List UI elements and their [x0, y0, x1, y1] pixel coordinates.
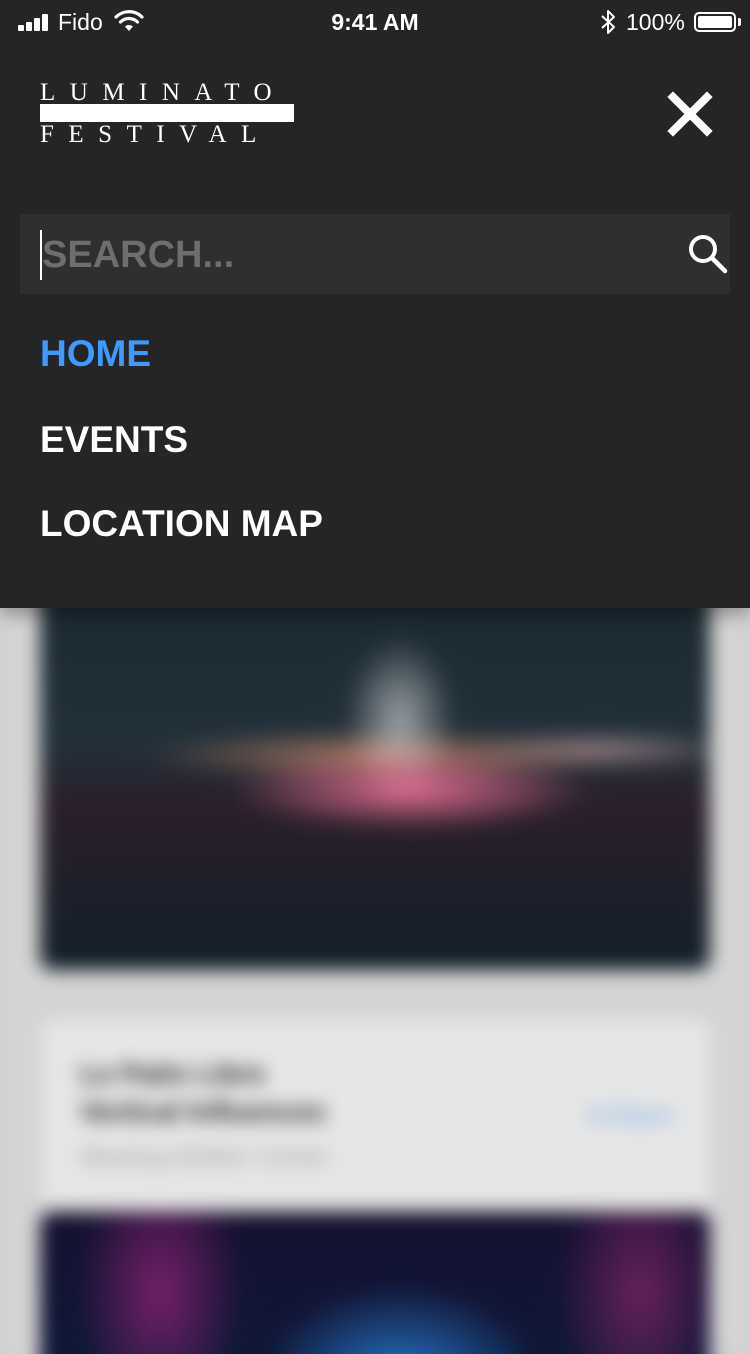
nav-item-events[interactable]: EVENTS — [40, 418, 188, 462]
battery-icon — [694, 12, 741, 32]
luminato-festival-logo[interactable]: LUMINATO FESTIVAL — [40, 79, 294, 148]
battery-percentage: 100% — [626, 9, 685, 35]
event-time: 9:00pm — [587, 1100, 674, 1130]
status-bar: Fido 9:41 AM 100% — [0, 0, 750, 44]
event-venue: Meeting Athletic Centre — [80, 1144, 329, 1171]
search-icon[interactable] — [686, 232, 730, 276]
bluetooth-icon — [601, 10, 615, 34]
nav-item-home[interactable]: HOME — [40, 332, 151, 376]
event-image-card[interactable] — [40, 1212, 710, 1354]
app-screen: Le Patin Libre Vertical Influences Meeti… — [0, 0, 750, 1354]
event-title-line1: Le Patin Libre — [80, 1058, 266, 1089]
logo-line1: LUMINATO — [40, 79, 287, 106]
event-info-card[interactable]: Le Patin Libre Vertical Influences Meeti… — [42, 1020, 710, 1205]
event-image-card[interactable] — [40, 560, 710, 970]
logo-bar — [40, 104, 294, 122]
event-title-line2: Vertical Influences — [80, 1096, 326, 1127]
search-input[interactable] — [40, 226, 654, 284]
text-cursor — [40, 230, 42, 280]
search-bar — [20, 214, 730, 294]
nav-item-location-map[interactable]: LOCATION MAP — [40, 502, 323, 546]
close-icon[interactable] — [664, 88, 716, 140]
navigation-menu: Fido 9:41 AM 100% LUMINATO FESTIVAL SEAR… — [0, 0, 750, 608]
logo-line2: FESTIVAL — [40, 121, 271, 148]
